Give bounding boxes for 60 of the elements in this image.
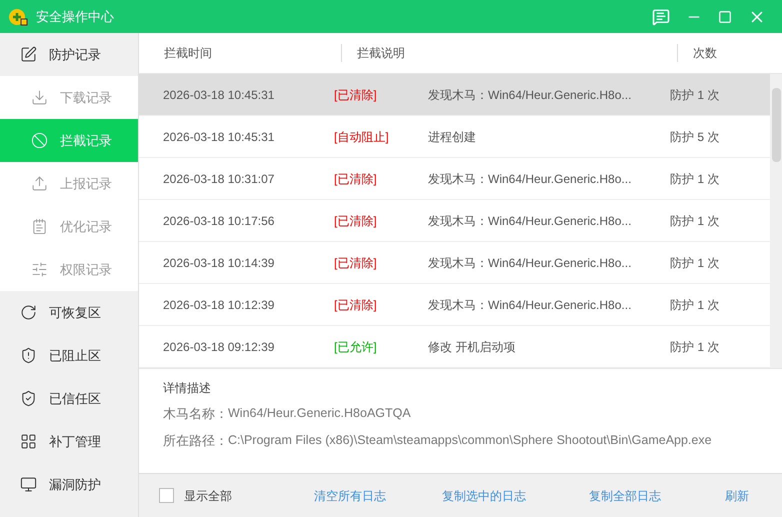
details-title: 详情描述 [163, 380, 212, 397]
sidebar-item[interactable]: 漏洞防护 [0, 463, 138, 506]
count-cell-text: 防护 1 次 [670, 212, 720, 230]
maximize-icon[interactable] [718, 10, 732, 24]
status-cell-text: [自动阻止] [334, 128, 390, 146]
status-cell-text: [已清除] [334, 296, 378, 314]
time-cell-text: 2026-03-18 10:14:39 [162, 254, 276, 272]
scrollbar[interactable] [770, 74, 782, 368]
description-cell-text: 发现木马：Win64/Heur.Generic.H8o... [428, 254, 632, 272]
window-title: 安全操作中心 [36, 8, 114, 26]
column-header: 拦截时间 [164, 45, 212, 62]
edit-icon [20, 46, 37, 63]
status-cell-text: [已清除] [334, 86, 378, 104]
sidebar-item[interactable]: 补丁管理 [0, 420, 138, 463]
time-cell-text: 2026-03-18 10:12:39 [162, 296, 276, 314]
description-cell-text: 发现木马：Win64/Heur.Generic.H8o... [428, 296, 632, 314]
sidebar-item[interactable]: 已阻止区 [0, 334, 138, 377]
feedback-icon[interactable] [652, 8, 670, 26]
column-header: 次数 [693, 46, 717, 60]
sidebar-item[interactable]: 可恢复区 [0, 291, 138, 334]
description-cell-text: 发现木马：Win64/Heur.Generic.H8o... [428, 170, 632, 188]
detail-label: 所在路径： [163, 432, 228, 450]
status-cell-text: [已允许] [334, 338, 378, 356]
time-cell-text: 2026-03-18 10:17:56 [162, 212, 276, 230]
description-cell-text: 修改 开机启动项 [428, 338, 516, 356]
sidebar-item[interactable]: 已信任区 [0, 377, 138, 420]
shield-alert-icon [20, 347, 37, 364]
upload-icon [31, 175, 48, 192]
count-cell-text: 防护 1 次 [670, 86, 720, 104]
block-icon [31, 132, 48, 149]
detail-value: Win64/Heur.Generic.H8oAGTQA [228, 405, 411, 422]
detail-label: 木马名称： [163, 405, 228, 423]
count-cell-text: 防护 1 次 [670, 296, 720, 314]
time-cell-text: 2026-03-18 09:12:39 [162, 338, 276, 356]
status-cell-text: [已清除] [334, 212, 378, 230]
time-cell-text: 2026-03-18 10:45:31 [162, 86, 276, 104]
description-cell-text: 进程创建 [428, 128, 477, 146]
description-cell-text: 发现木马：Win64/Heur.Generic.H8o... [428, 212, 632, 230]
monitor-icon [20, 476, 37, 493]
show-all-checkbox[interactable]: 显示全部 [159, 486, 314, 504]
table-row[interactable]: 2026-03-18 10:45:31 [已清除] 发现木马：Win64/Heur.Generic.H8o... 防护 1 次 [139, 74, 770, 116]
notepad-icon [31, 218, 48, 235]
status-cell-text: [已清除] [334, 254, 378, 272]
download-icon [31, 89, 48, 106]
count-cell-text: 防护 1 次 [670, 254, 720, 272]
time-cell-text: 2026-03-18 10:45:31 [162, 128, 276, 146]
refresh-icon [20, 304, 37, 321]
count-cell-text: 防护 1 次 [670, 338, 720, 356]
count-cell-text: 防护 1 次 [670, 170, 720, 188]
description-cell-text: 发现木马：Win64/Heur.Generic.H8o... [428, 86, 632, 104]
time-cell-text: 2026-03-18 10:31:07 [162, 170, 276, 188]
column-header: 拦截说明 [357, 45, 405, 62]
logo-icon [8, 8, 28, 26]
shield-check-icon [20, 390, 37, 407]
sliders-icon [31, 261, 48, 278]
detail-value: C:\Program Files (x86)\Steam\steamapps\common\Sphere Shootout\Bin\GameApp.exe [228, 432, 712, 449]
sidebar-item[interactable]: 防护记录 [0, 33, 138, 76]
status-cell-text: [已清除] [334, 170, 378, 188]
count-cell-text: 防护 5 次 [670, 128, 720, 146]
grid-icon [20, 433, 37, 450]
